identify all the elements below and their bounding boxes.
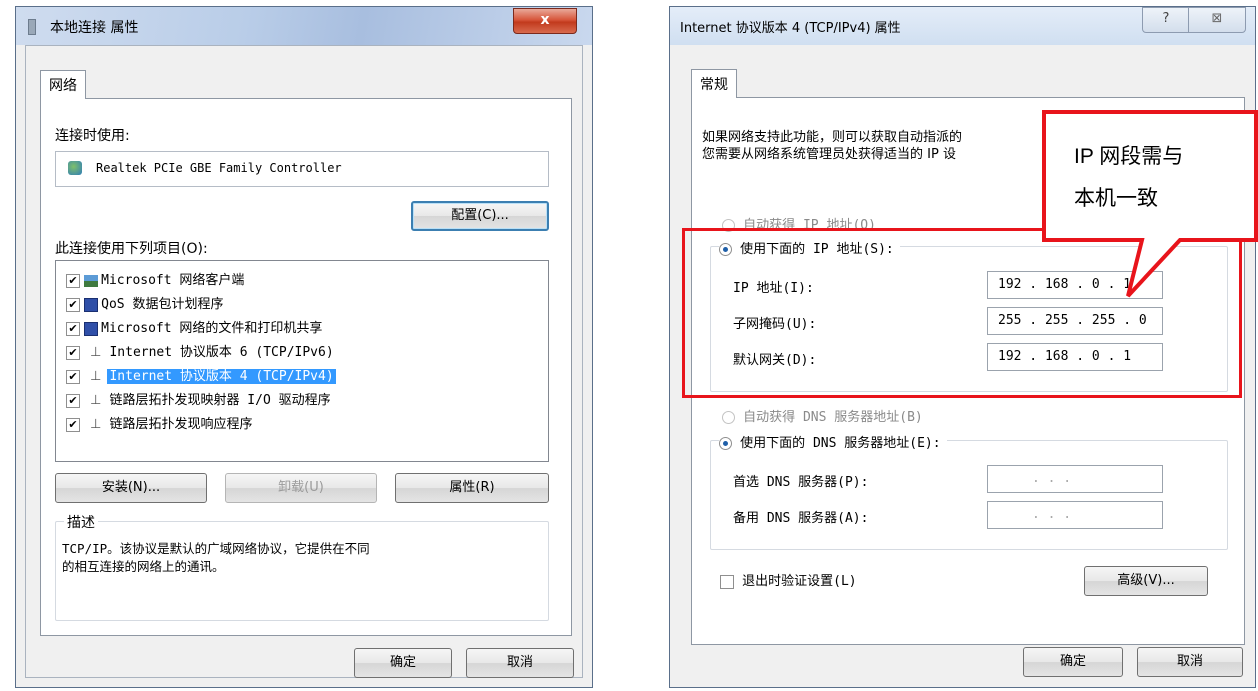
adapter-name: Realtek PCIe GBE Family Controller: [96, 161, 342, 175]
preferred-dns-label: 首选 DNS 服务器(P):: [733, 475, 869, 490]
dns-settings-group: 使用下面的 DNS 服务器地址(E): 首选 DNS 服务器(P): . . .…: [710, 432, 1228, 550]
preferred-dns-field[interactable]: . . .: [987, 465, 1163, 493]
checkbox[interactable]: ✔: [66, 369, 80, 384]
file-sharing-icon: [84, 321, 99, 336]
validate-on-exit-option[interactable]: 退出时验证设置(L): [720, 570, 857, 589]
title-bar[interactable]: Internet 协议版本 4 (TCP/IPv4) 属性 ? ⊠: [670, 7, 1255, 45]
callout-text-line-2: 本机一致: [1074, 187, 1158, 210]
checkbox[interactable]: ✔: [66, 393, 80, 408]
tab-network[interactable]: 网络: [40, 70, 86, 99]
qos-icon: [84, 297, 99, 312]
list-item[interactable]: ✔ ⊥ 链路层拓扑发现映射器 I/O 驱动程序: [66, 389, 333, 413]
protocol-icon: ⊥: [90, 393, 102, 408]
radio-button[interactable]: [722, 411, 735, 424]
checkbox[interactable]: ✔: [66, 273, 80, 288]
window-title: Internet 协议版本 4 (TCP/IPv4) 属性: [680, 21, 901, 36]
description-text-2: 的相互连接的网络上的通讯。: [62, 559, 225, 574]
callout-text-line-1: IP 网段需与: [1074, 145, 1184, 168]
checkbox[interactable]: ✔: [66, 321, 80, 336]
adapter-icon: [68, 161, 82, 175]
alternate-dns-label: 备用 DNS 服务器(A):: [733, 511, 869, 526]
checkbox[interactable]: ✔: [66, 297, 80, 312]
list-item[interactable]: ✔ QoS 数据包计划程序: [66, 293, 225, 317]
properties-button[interactable]: 属性(R): [395, 473, 549, 503]
list-item[interactable]: ✔ ⊥ Internet 协议版本 6 (TCP/IPv6): [66, 341, 336, 365]
items-list[interactable]: ✔ Microsoft 网络客户端 ✔ QoS 数据包计划程序 ✔ Micros…: [55, 260, 549, 462]
dialog-body: 网络 连接时使用: Realtek PCIe GBE Family Contro…: [25, 45, 583, 678]
protocol-icon: ⊥: [90, 345, 102, 360]
intro-text-2: 您需要从网络系统管理员处获得适当的 IP 设: [702, 147, 956, 162]
ok-button[interactable]: 确定: [1023, 647, 1123, 677]
manual-dns-option[interactable]: 使用下面的 DNS 服务器地址(E):: [719, 432, 947, 451]
list-item[interactable]: ✔ Microsoft 网络客户端: [66, 269, 246, 293]
description-text-1: TCP/IP。该协议是默认的广域网络协议，它提供在不同: [62, 541, 370, 556]
network-adapter-icon: [28, 19, 36, 35]
checkbox[interactable]: ✔: [66, 417, 80, 432]
cancel-button[interactable]: 取消: [466, 648, 574, 678]
configure-button[interactable]: 配置(C)...: [411, 201, 549, 231]
network-client-icon: [84, 274, 99, 287]
close-button[interactable]: ⊠: [1188, 7, 1246, 33]
install-button[interactable]: 安装(N)...: [55, 473, 207, 503]
protocol-icon: ⊥: [90, 417, 102, 432]
description-group: 描述 TCP/IP。该协议是默认的广域网络协议，它提供在不同 的相互连接的网络上…: [55, 512, 549, 621]
checkbox[interactable]: [720, 574, 734, 589]
list-item[interactable]: ✔ Microsoft 网络的文件和打印机共享: [66, 317, 324, 341]
window-title: 本地连接 属性: [50, 20, 139, 36]
description-title: 描述: [64, 512, 98, 532]
tab-general[interactable]: 常规: [691, 69, 737, 98]
uninstall-button[interactable]: 卸载(U): [225, 473, 377, 503]
list-item-selected[interactable]: ✔ ⊥ Internet 协议版本 4 (TCP/IPv4): [66, 365, 336, 389]
ok-button[interactable]: 确定: [354, 648, 452, 678]
checkbox[interactable]: ✔: [66, 345, 80, 360]
advanced-button[interactable]: 高级(V)...: [1084, 566, 1208, 596]
protocol-icon: ⊥: [90, 369, 102, 384]
adapter-field: Realtek PCIe GBE Family Controller: [55, 151, 549, 187]
title-bar[interactable]: 本地连接 属性 x: [16, 7, 592, 45]
alternate-dns-field[interactable]: . . .: [987, 501, 1163, 529]
close-button[interactable]: x: [513, 8, 577, 34]
auto-dns-option[interactable]: 自动获得 DNS 服务器地址(B): [722, 406, 923, 425]
help-button[interactable]: ?: [1142, 7, 1190, 33]
network-tab-panel: 连接时使用: Realtek PCIe GBE Family Controlle…: [40, 98, 572, 636]
list-item[interactable]: ✔ ⊥ 链路层拓扑发现响应程序: [66, 413, 254, 437]
items-label: 此连接使用下列项目(O):: [55, 241, 208, 257]
radio-button[interactable]: [719, 437, 732, 450]
help-icon: ?: [1162, 11, 1170, 26]
cancel-button[interactable]: 取消: [1137, 647, 1243, 677]
close-icon: x: [540, 12, 550, 28]
connect-using-label: 连接时使用:: [55, 128, 130, 144]
close-icon: ⊠: [1211, 11, 1223, 26]
local-connection-properties-window: 本地连接 属性 x 网络 连接时使用: Realtek PCIe GBE Fam…: [15, 6, 593, 688]
